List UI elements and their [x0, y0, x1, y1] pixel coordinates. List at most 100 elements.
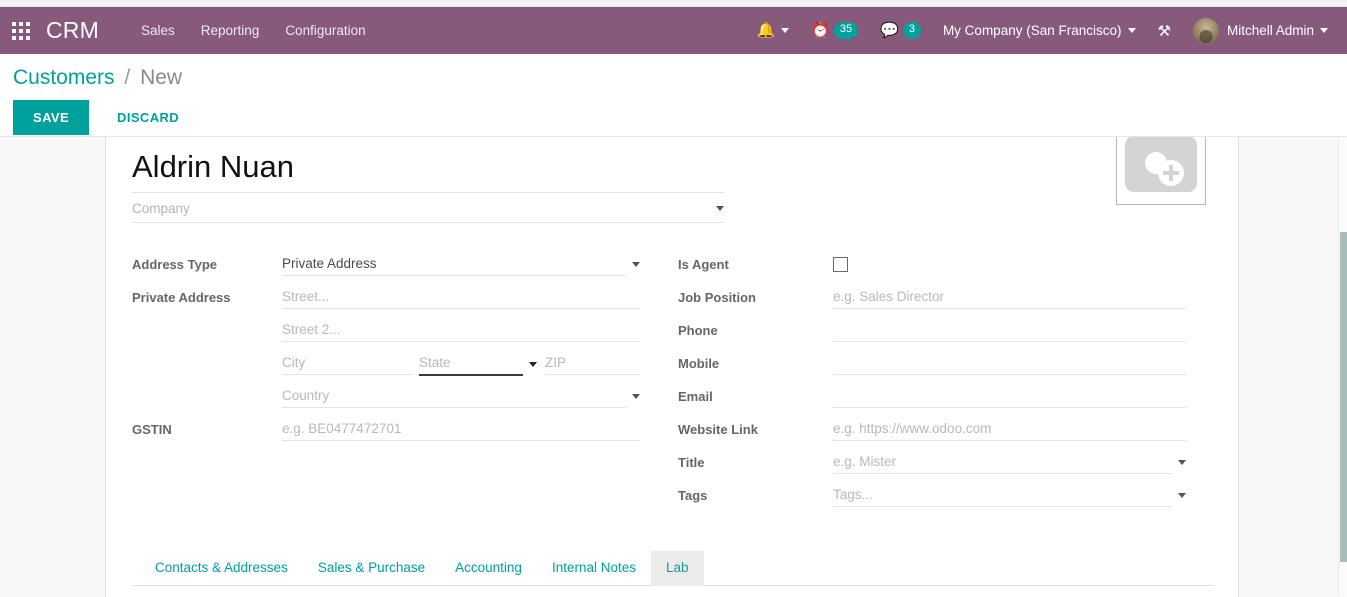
save-button[interactable]: SAVE: [13, 100, 90, 136]
email-field: [833, 384, 1186, 408]
tags-field: [833, 483, 1186, 507]
activity-count-badge: 35: [833, 22, 859, 39]
city-state-zip-group: [282, 351, 640, 376]
street2-input[interactable]: [282, 318, 640, 342]
menu-item-sales[interactable]: Sales: [141, 23, 175, 38]
website-label: Website Link: [678, 421, 758, 437]
is-agent-checkbox[interactable]: [833, 256, 848, 272]
tags-label: Tags: [678, 487, 708, 503]
city-field: [282, 351, 413, 376]
wrench-tools-icon: ⚒: [1157, 22, 1171, 40]
chevron-down-icon[interactable]: [1178, 459, 1186, 465]
country-select[interactable]: [282, 384, 626, 408]
company-field-row: [132, 198, 724, 223]
phone-field: [833, 318, 1186, 342]
city-label-spacer: [132, 352, 282, 356]
field-country: [132, 384, 640, 411]
title-select[interactable]: [833, 450, 1172, 474]
notifications-bell-button[interactable]: 🔔: [746, 7, 801, 54]
field-email: Email: [678, 384, 1186, 411]
email-input[interactable]: [833, 384, 1186, 408]
is-agent-label: Is Agent: [678, 256, 729, 272]
street2-label-spacer: [132, 319, 282, 323]
chevron-down-icon[interactable]: [1178, 492, 1186, 498]
mobile-input[interactable]: [833, 351, 1186, 375]
control-panel: Customers / New SAVE DISCARD: [0, 54, 1347, 137]
field-website: Website Link: [678, 417, 1186, 444]
activities-button[interactable]: ⏰ 35: [800, 7, 869, 54]
chevron-down-icon[interactable]: [632, 261, 640, 267]
mobile-label: Mobile: [678, 355, 720, 371]
mobile-field: [833, 351, 1186, 375]
apps-grid-icon[interactable]: [12, 21, 30, 40]
field-mobile: Mobile: [678, 351, 1186, 378]
website-input[interactable]: [833, 417, 1186, 441]
vertical-scrollbar[interactable]: [1338, 137, 1347, 597]
navbar-right-group: 🔔 ⏰ 35 💬 3 My Company (San Francisco) ⚒ …: [746, 7, 1340, 54]
partner-name-input[interactable]: [132, 149, 724, 193]
tab-accounting[interactable]: Accounting: [440, 551, 537, 585]
app-brand-crm[interactable]: CRM: [46, 17, 99, 44]
state-field: [419, 351, 537, 376]
plus-circle-icon: [1158, 160, 1184, 186]
job-position-input[interactable]: [833, 285, 1186, 309]
menu-item-configuration[interactable]: Configuration: [285, 23, 365, 38]
title-label: Title: [678, 454, 705, 470]
field-title: Title: [678, 450, 1186, 477]
gstin-input[interactable]: [282, 417, 640, 441]
menu-item-reporting[interactable]: Reporting: [201, 23, 260, 38]
form-sheet: Address Type Private Address: [105, 137, 1239, 597]
developer-tools-button[interactable]: ⚒: [1147, 7, 1182, 54]
address-type-field: [282, 252, 640, 276]
street-input[interactable]: [282, 285, 640, 309]
sheet-wrapper: Address Type Private Address: [0, 137, 1347, 597]
company-name-label: My Company (San Francisco): [942, 23, 1122, 38]
job-position-field: [833, 285, 1186, 309]
record-title-block: [132, 137, 724, 223]
gstin-label: GSTIN: [132, 421, 172, 437]
phone-input[interactable]: [833, 318, 1186, 342]
chevron-down-icon[interactable]: [716, 205, 724, 211]
breadcrumb: Customers / New: [0, 66, 1347, 89]
tags-input[interactable]: [833, 483, 1172, 507]
discard-button[interactable]: DISCARD: [99, 100, 197, 135]
user-menu[interactable]: Mitchell Admin: [1182, 7, 1339, 54]
chevron-down-icon[interactable]: [529, 361, 537, 367]
chevron-down-icon[interactable]: [632, 393, 640, 399]
notebook: Contacts & Addresses Sales & Purchase Ac…: [132, 550, 1214, 597]
notebook-tab-list: Contacts & Addresses Sales & Purchase Ac…: [132, 550, 1214, 586]
form-column-right: Is Agent Job Position Phone: [678, 253, 1186, 517]
notebook-page-lab: Is Patient Is Physician: [132, 586, 1214, 597]
field-address-type: Address Type: [132, 252, 640, 279]
field-street: Private Address: [132, 285, 640, 312]
country-field: [282, 384, 640, 408]
country-label-spacer: [132, 385, 282, 389]
street-field: [282, 285, 640, 309]
add-image-icon[interactable]: [1116, 137, 1206, 205]
tab-lab[interactable]: Lab: [650, 550, 704, 586]
message-count-badge: 3: [902, 22, 921, 39]
chevron-down-icon: [1127, 28, 1136, 33]
scrollbar-thumb[interactable]: [1340, 232, 1347, 562]
main-menu: Sales Reporting Configuration: [141, 23, 366, 38]
company-switcher[interactable]: My Company (San Francisco): [932, 7, 1147, 54]
company-input[interactable]: [132, 198, 710, 218]
private-address-label: Private Address: [132, 289, 231, 305]
tab-sales-purchase[interactable]: Sales & Purchase: [303, 551, 440, 585]
address-type-select[interactable]: [282, 252, 626, 276]
messages-button[interactable]: 💬 3: [869, 7, 932, 54]
tab-contacts-addresses[interactable]: Contacts & Addresses: [140, 551, 303, 585]
zip-input[interactable]: [545, 351, 640, 375]
field-street2: [132, 318, 640, 345]
form-column-left: Address Type Private Address Private Add…: [132, 252, 640, 517]
user-name-label: Mitchell Admin: [1226, 23, 1314, 38]
street2-field: [282, 318, 640, 342]
field-city-state-zip: [132, 351, 640, 378]
avatar: [1192, 17, 1219, 44]
tab-internal-notes[interactable]: Internal Notes: [537, 551, 651, 585]
state-select[interactable]: [419, 351, 523, 376]
gstin-field: [282, 417, 640, 441]
zip-field: [545, 351, 640, 376]
city-input[interactable]: [282, 351, 413, 375]
breadcrumb-customers[interactable]: Customers: [13, 66, 115, 89]
